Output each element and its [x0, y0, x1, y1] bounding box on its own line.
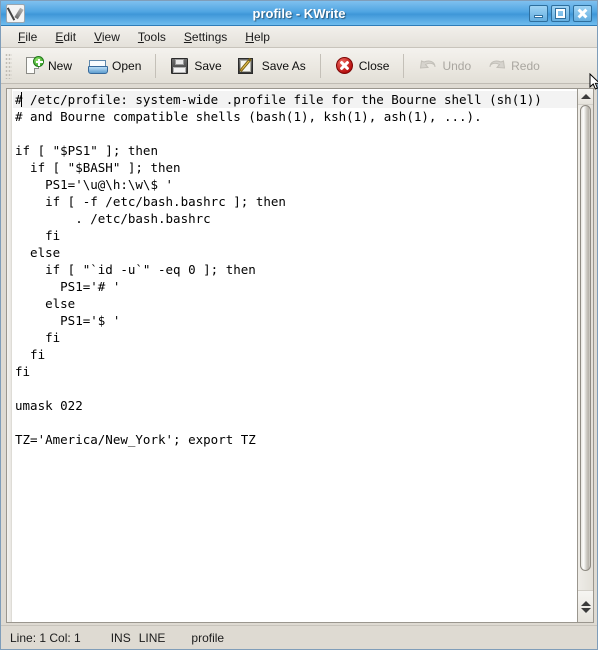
editor-line[interactable]: fi — [13, 346, 577, 363]
editor-line[interactable]: fi — [13, 227, 577, 244]
minimize-button[interactable] — [529, 4, 548, 22]
close-button-label: Close — [358, 58, 390, 73]
document-name-status: profile — [191, 630, 225, 645]
editor-line[interactable]: else — [13, 244, 577, 261]
new-button[interactable]: New — [16, 52, 80, 80]
window-title: profile - KWrite — [252, 6, 346, 21]
editor-line[interactable]: # and Bourne compatible shells (bash(1),… — [13, 108, 577, 125]
editor-line[interactable]: if [ -f /etc/bash.bashrc ]; then — [13, 193, 577, 210]
editor-line[interactable]: fi — [13, 363, 577, 380]
redo-arrow-icon — [487, 56, 507, 76]
editor-line[interactable]: PS1='\u@\h:\w\$ ' — [13, 176, 577, 193]
kwrite-document-pencil-icon[interactable] — [6, 3, 25, 23]
menu-file[interactable]: File — [9, 27, 46, 47]
menu-help[interactable]: Help — [236, 27, 279, 47]
scrollbar-track[interactable] — [578, 105, 593, 590]
titlebar[interactable]: profile - KWrite — [1, 1, 597, 26]
text-caret — [21, 92, 22, 107]
toolbar-separator-2 — [319, 53, 321, 78]
undo-button-label: Undo — [442, 58, 472, 73]
editor-line[interactable] — [13, 414, 577, 431]
editor-line[interactable]: else — [13, 295, 577, 312]
maximize-button[interactable] — [551, 4, 570, 22]
scroll-up-button[interactable] — [578, 89, 593, 105]
editor-line[interactable]: fi — [13, 329, 577, 346]
document-text[interactable]: # /etc/profile: system-wide .profile fil… — [13, 89, 577, 622]
open-folder-icon — [88, 56, 109, 76]
vertical-scrollbar[interactable] — [577, 88, 594, 623]
editor-area: # /etc/profile: system-wide .profile fil… — [1, 84, 597, 625]
editor-line[interactable]: # /etc/profile: system-wide .profile fil… — [13, 91, 577, 108]
undo-arrow-icon — [418, 56, 438, 76]
insert-mode-status[interactable]: INS — [111, 631, 131, 645]
editor-line[interactable]: PS1='# ' — [13, 278, 577, 295]
save-button-label: Save — [194, 58, 222, 73]
save-as-button[interactable]: Save As — [230, 52, 314, 80]
menu-view[interactable]: View — [85, 27, 129, 47]
editor-line[interactable]: PS1='$ ' — [13, 312, 577, 329]
save-button[interactable]: Save — [162, 52, 229, 80]
editor-line[interactable]: if [ "$PS1" ]; then — [13, 142, 577, 159]
selection-mode-status[interactable]: LINE — [139, 631, 166, 645]
new-button-label: New — [48, 58, 73, 73]
undo-button[interactable]: Undo — [410, 52, 479, 80]
window-controls — [529, 4, 594, 22]
icon-border[interactable] — [7, 89, 12, 622]
menu-edit[interactable]: Edit — [46, 27, 85, 47]
new-document-icon — [24, 55, 44, 76]
menubar: File Edit View Tools Settings Help — [1, 26, 597, 48]
toolbar-separator — [155, 53, 157, 78]
kwrite-window: profile - KWrite File Edit View Tools Se… — [0, 0, 598, 650]
menu-tools[interactable]: Tools — [129, 27, 175, 47]
open-button-label: Open — [112, 58, 142, 73]
statusbar: Line: 1 Col: 1 INS LINE profile — [1, 625, 597, 649]
text-editor[interactable]: # /etc/profile: system-wide .profile fil… — [6, 88, 577, 623]
open-button[interactable]: Open — [80, 52, 149, 80]
redo-button-label: Redo — [511, 58, 540, 73]
toolbar: New Open Save Save As Close Undo Redo — [1, 48, 597, 84]
menu-settings[interactable]: Settings — [175, 27, 236, 47]
floppy-disk-icon — [170, 56, 190, 76]
red-x-circle-icon — [335, 56, 355, 76]
editor-line[interactable]: if [ "`id -u`" -eq 0 ]; then — [13, 261, 577, 278]
toolbar-separator-3 — [403, 53, 405, 78]
editor-line[interactable]: umask 022 — [13, 397, 577, 414]
editor-line[interactable] — [13, 125, 577, 142]
close-icon — [577, 8, 588, 19]
floppy-disk-pencil-icon — [237, 56, 258, 76]
scroll-up-arrow-icon — [580, 94, 591, 99]
scrollbar-thumb[interactable] — [580, 105, 591, 571]
editor-line[interactable]: if [ "$BASH" ]; then — [13, 159, 577, 176]
toolbar-drag-handle[interactable] — [5, 52, 12, 79]
scroll-up-arrow-icon-bottom[interactable] — [580, 600, 591, 606]
minimize-icon — [534, 14, 543, 18]
maximize-icon — [555, 7, 566, 19]
close-button[interactable] — [573, 4, 592, 22]
close-document-button[interactable]: Close — [327, 52, 398, 80]
editor-line[interactable]: TZ='America/New_York'; export TZ — [13, 431, 577, 448]
cursor-position-status: Line: 1 Col: 1 — [10, 630, 81, 645]
editor-line[interactable]: » . /etc/bash.bashrc — [13, 210, 577, 227]
scroll-down-arrow-icon[interactable] — [580, 607, 591, 613]
scroll-step-buttons[interactable] — [578, 590, 593, 622]
editor-line[interactable] — [13, 380, 577, 397]
redo-button[interactable]: Redo — [479, 52, 548, 80]
save-as-button-label: Save As — [261, 58, 306, 73]
